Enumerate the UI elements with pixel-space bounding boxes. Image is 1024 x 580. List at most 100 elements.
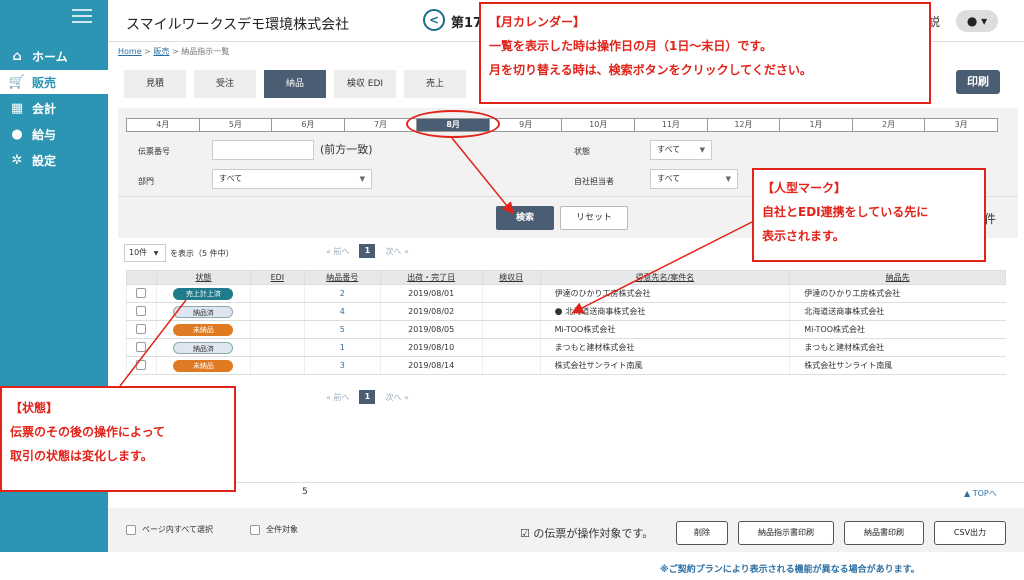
month-may[interactable]: 5月 — [200, 119, 273, 131]
col-checkbox — [126, 270, 157, 285]
csv-export-button[interactable]: CSV出力 — [934, 521, 1006, 545]
delivery-no-link[interactable]: 2 — [303, 284, 381, 303]
sidebar-item-label: 販売 — [32, 75, 57, 90]
company-name: スマイルワークスデモ環境株式会社 — [126, 17, 350, 33]
fiscal-period: 第17 — [451, 16, 483, 31]
row-checkbox[interactable] — [136, 359, 147, 370]
sidebar-item-accounting[interactable]: ▦ 会計 — [0, 96, 108, 120]
tab-delivery[interactable]: 納品 — [264, 70, 326, 98]
table-row[interactable]: 納品済 1 2019/08/10 まつもと建材株式会社 まつもと建材株式会社 — [126, 338, 1006, 357]
col-ship-date[interactable]: 出荷・完了日 — [379, 270, 483, 285]
select-all-checkbox[interactable] — [250, 524, 260, 535]
back-icon[interactable]: < — [423, 9, 445, 31]
ship-date: 2019/08/02 — [379, 302, 483, 321]
row-checkbox[interactable] — [136, 323, 147, 334]
select-page-option[interactable]: ページ内すべて選択 — [126, 524, 213, 535]
callout-line: 表示されます。 — [762, 229, 845, 243]
pager-page[interactable]: 1 — [359, 390, 376, 404]
edi-cell — [249, 284, 305, 303]
col-accept-date[interactable]: 検収日 — [481, 270, 541, 285]
status-select[interactable]: すべて ▼ — [650, 140, 712, 160]
accept-date — [481, 356, 541, 375]
staff-select[interactable]: すべて ▼ — [650, 169, 738, 189]
select-all-option[interactable]: 全件対象 — [250, 524, 298, 535]
slip-no-input[interactable] — [212, 140, 314, 160]
month-apr[interactable]: 4月 — [127, 119, 200, 131]
col-destination[interactable]: 納品先 — [789, 270, 1006, 285]
select-page-checkbox[interactable] — [126, 524, 136, 535]
month-jun[interactable]: 6月 — [272, 119, 345, 131]
footer-divider — [108, 482, 1024, 483]
callout-title: 【状態】 — [10, 401, 59, 415]
status-filter-label: 状態 — [574, 147, 590, 156]
callout-line: 取引の状態は変化します。 — [10, 449, 153, 463]
col-edi[interactable]: EDI — [249, 270, 305, 285]
pager-page[interactable]: 1 — [359, 244, 376, 258]
month-sep[interactable]: 9月 — [490, 119, 563, 131]
pager-prev[interactable]: « 前へ — [326, 392, 349, 403]
pager-next[interactable]: 次へ » — [385, 246, 408, 257]
row-checkbox[interactable] — [136, 305, 147, 316]
col-status[interactable]: 状態 — [155, 270, 251, 285]
select-page-label: ページ内すべて選択 — [142, 525, 213, 534]
tab-sales[interactable]: 売上 — [404, 70, 466, 98]
sidebar-item-home[interactable]: ⌂ ホーム — [0, 44, 108, 68]
search-button[interactable]: 検索 — [496, 206, 554, 230]
row-checkbox[interactable] — [136, 341, 147, 352]
ship-date: 2019/08/14 — [379, 356, 483, 375]
status-callout: 【状態】 伝票のその後の操作によって 取引の状態は変化します。 — [0, 386, 236, 492]
row-checkbox[interactable] — [136, 287, 147, 298]
col-delivery-no[interactable]: 納品番号 — [303, 270, 381, 285]
destination-name: まつもと建材株式会社 — [789, 338, 1006, 357]
ship-date: 2019/08/05 — [379, 320, 483, 339]
delivery-no-link[interactable]: 3 — [303, 356, 381, 375]
callout-title: 【人型マーク】 — [762, 181, 847, 195]
breadcrumb-sales[interactable]: 販売 — [153, 47, 169, 56]
month-oct[interactable]: 10月 — [562, 119, 636, 131]
table-row[interactable]: 納品済 4 2019/08/02 ● 北海道送商事株式会社 北海道送商事株式会社 — [126, 302, 1006, 321]
month-mar[interactable]: 3月 — [925, 119, 997, 131]
customer-name: 株式会社サンライト南風 — [539, 356, 790, 375]
month-feb[interactable]: 2月 — [853, 119, 926, 131]
month-dec[interactable]: 12月 — [708, 119, 781, 131]
ship-date: 2019/08/01 — [379, 284, 483, 303]
table-row[interactable]: 未納品 5 2019/08/05 Mi-TOO株式会社 Mi-TOO株式会社 — [126, 320, 1006, 339]
pager-top: « 前へ 1 次へ » — [326, 244, 409, 258]
chevron-down-icon: ▼ — [725, 175, 731, 183]
month-jan[interactable]: 1月 — [780, 119, 853, 131]
sidebar-item-sales[interactable]: 🛒 販売 — [0, 70, 108, 94]
chevron-down-icon: ▼ — [699, 146, 705, 154]
back-to-top-link[interactable]: ▲ TOPへ — [964, 488, 997, 499]
tab-estimate[interactable]: 見積 — [124, 70, 186, 98]
col-customer[interactable]: 得意先名/案件名 — [539, 270, 791, 285]
hamburger-icon[interactable] — [72, 9, 92, 25]
user-icon: ● — [966, 14, 978, 28]
print-delivery-button[interactable]: 納品書印刷 — [844, 521, 924, 545]
user-menu-button[interactable]: ● ▾ — [956, 10, 998, 32]
pager-prev[interactable]: « 前へ — [326, 246, 349, 257]
sidebar-item-settings[interactable]: ✲ 設定 — [0, 148, 108, 172]
calculator-icon: ▦ — [10, 100, 24, 116]
tab-order[interactable]: 受注 — [194, 70, 256, 98]
table-row[interactable]: 売上計上済 2 2019/08/01 伊達のひかり工房株式会社 伊達のひかり工房… — [126, 284, 1006, 303]
sidebar-item-payroll[interactable]: ● 給与 — [0, 122, 108, 146]
callout-title: 【月カレンダー】 — [489, 15, 586, 29]
delivery-no-link[interactable]: 1 — [303, 338, 381, 357]
dept-select[interactable]: すべて ▼ — [212, 169, 372, 189]
plan-note: ※ご契約プランにより表示される機能が異なる場合があります。 — [660, 565, 920, 575]
breadcrumb-home[interactable]: Home — [118, 47, 142, 56]
month-nov[interactable]: 11月 — [635, 119, 708, 131]
customer-name: まつもと建材株式会社 — [539, 338, 790, 357]
sidebar-item-label: 給与 — [32, 127, 57, 142]
table-row[interactable]: 未納品 3 2019/08/14 株式会社サンライト南風 株式会社サンライト南風 — [126, 356, 1006, 375]
per-page-select[interactable]: 10件 ▼ — [124, 244, 166, 262]
delivery-no-link[interactable]: 5 — [303, 320, 381, 339]
tab-inspection-edi[interactable]: 検収 EDI — [334, 70, 396, 98]
pager-next[interactable]: 次へ » — [385, 392, 408, 403]
callout-line: 月を切り替える時は、検索ボタンをクリックしてください。 — [489, 63, 812, 77]
delete-button[interactable]: 削除 — [676, 521, 728, 545]
reset-button[interactable]: リセット — [560, 206, 628, 230]
print-instruction-button[interactable]: 納品指示書印刷 — [738, 521, 834, 545]
print-button[interactable]: 印刷 — [956, 70, 1000, 94]
delivery-no-link[interactable]: 4 — [303, 302, 381, 321]
